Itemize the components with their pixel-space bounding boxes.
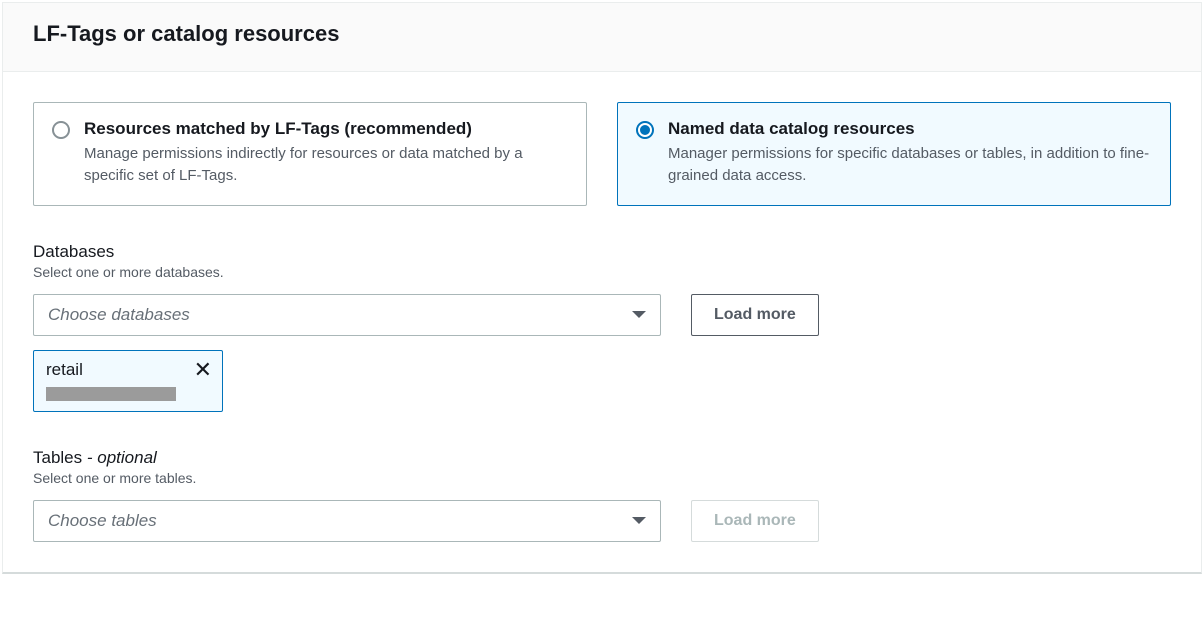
databases-label: Databases	[33, 242, 1171, 262]
tables-select[interactable]: Choose tables	[33, 500, 661, 542]
tables-optional-text: - optional	[82, 448, 157, 467]
tables-placeholder: Choose tables	[48, 511, 157, 531]
tables-label-text: Tables	[33, 448, 82, 467]
option-named-title: Named data catalog resources	[668, 119, 1152, 139]
resource-type-options: Resources matched by LF-Tags (recommende…	[33, 102, 1171, 206]
tables-row: Choose tables Load more	[33, 500, 1171, 542]
panel-title: LF-Tags or catalog resources	[33, 21, 1171, 47]
option-lf-tags-text: Resources matched by LF-Tags (recommende…	[84, 119, 568, 187]
panel-header: LF-Tags or catalog resources	[3, 3, 1201, 72]
databases-help: Select one or more databases.	[33, 264, 1171, 280]
option-lf-tags-title: Resources matched by LF-Tags (recommende…	[84, 119, 568, 139]
option-lf-tags-desc: Manage permissions indirectly for resour…	[84, 143, 568, 187]
option-named-desc: Manager permissions for specific databas…	[668, 143, 1152, 187]
redacted-bar	[46, 387, 176, 401]
databases-placeholder: Choose databases	[48, 305, 190, 325]
tables-load-more-button: Load more	[691, 500, 819, 542]
option-lf-tags[interactable]: Resources matched by LF-Tags (recommende…	[33, 102, 587, 206]
radio-unchecked-icon	[52, 121, 70, 139]
databases-row: Choose databases Load more	[33, 294, 1171, 336]
panel-body: Resources matched by LF-Tags (recommende…	[3, 72, 1201, 572]
option-named-text: Named data catalog resources Manager per…	[668, 119, 1152, 187]
database-token: retail ✕	[33, 350, 223, 412]
databases-field: Databases Select one or more databases. …	[33, 242, 1171, 412]
radio-checked-icon	[636, 121, 654, 139]
close-icon[interactable]: ✕	[194, 359, 212, 381]
lf-tags-panel: LF-Tags or catalog resources Resources m…	[2, 2, 1202, 574]
caret-down-icon	[632, 517, 646, 524]
databases-load-more-button[interactable]: Load more	[691, 294, 819, 336]
option-named-resources[interactable]: Named data catalog resources Manager per…	[617, 102, 1171, 206]
databases-select[interactable]: Choose databases	[33, 294, 661, 336]
tables-help: Select one or more tables.	[33, 470, 1171, 486]
databases-tokens: retail ✕	[33, 350, 1171, 412]
tables-field: Tables - optional Select one or more tab…	[33, 448, 1171, 542]
database-token-label: retail	[46, 360, 83, 380]
tables-label: Tables - optional	[33, 448, 1171, 468]
caret-down-icon	[632, 311, 646, 318]
